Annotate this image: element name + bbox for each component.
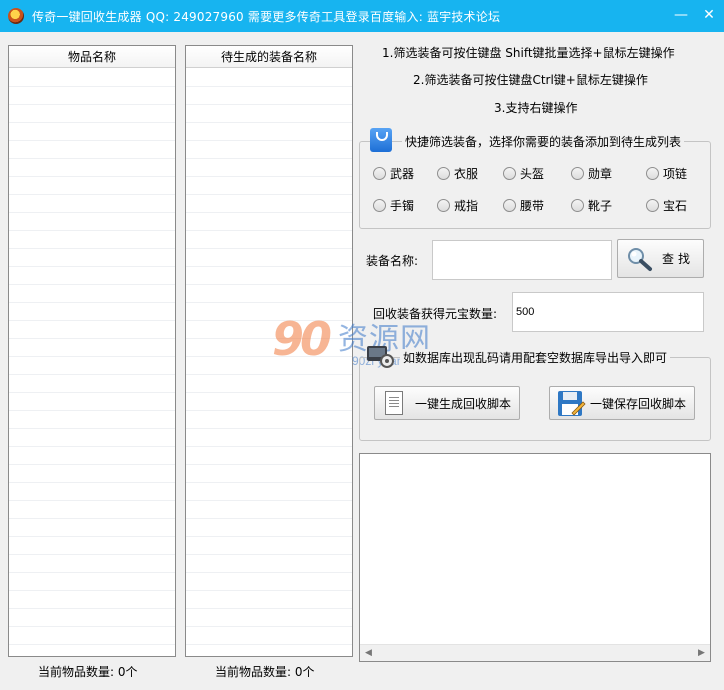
radio-dot[interactable] [437,199,450,212]
tip-ctrl-select: 2.筛选装备可按住键盘Ctrl键+鼠标左键操作 [413,73,648,87]
script-output-textarea[interactable]: ◀ ▶ [359,453,711,662]
radio-dot[interactable] [437,167,450,180]
scroll-left-icon[interactable]: ◀ [360,645,377,661]
radio-gem[interactable]: 宝石 [646,197,687,214]
item-count-label: 当前物品数量: 0个 [38,665,138,679]
radio-dot[interactable] [646,167,659,180]
equipment-name-label: 装备名称: [366,254,419,268]
radio-dot[interactable] [503,199,516,212]
quick-filter-caption: 快捷筛选装备，选择你需要的装备添加到待生成列表 [402,133,685,150]
radio-weapon[interactable]: 武器 [373,165,414,182]
radio-dot[interactable] [373,199,386,212]
gear-icon [367,346,394,368]
item-list-rows[interactable] [9,69,175,656]
radio-dot[interactable] [571,199,584,212]
search-button-label: 查找 [662,252,695,266]
window-title: 传奇一键回收生成器 QQ: 249027960 需要更多传奇工具登录百度输入: … [32,10,501,24]
search-button[interactable]: 查找 [617,239,704,278]
radio-dot[interactable] [503,167,516,180]
quick-filter-group: 快捷筛选装备，选择你需要的装备添加到待生成列表 [359,133,711,229]
script-group-caption: 如数据库出现乱码请用配套空数据库导出导入即可 [400,349,671,366]
tip-right-click: 3.支持右键操作 [494,101,578,115]
radio-dot[interactable] [571,167,584,180]
radio-clothes[interactable]: 衣服 [437,165,478,182]
scroll-right-icon[interactable]: ▶ [693,645,710,661]
radio-dot[interactable] [373,167,386,180]
equipment-name-input[interactable] [432,240,612,280]
radio-necklace[interactable]: 项链 [646,165,687,182]
radio-dot[interactable] [646,199,659,212]
item-list-header[interactable]: 物品名称 [9,46,175,68]
horizontal-scrollbar[interactable]: ◀ ▶ [360,644,710,661]
minimize-button[interactable]: — [666,0,696,32]
pending-list-rows[interactable] [186,69,352,656]
radio-belt[interactable]: 腰带 [503,197,544,214]
magnifier-icon [628,248,652,271]
generate-script-button[interactable]: 一键生成回收脚本 [374,386,520,420]
pending-list-header[interactable]: 待生成的装备名称 [186,46,352,68]
radio-medal[interactable]: 勋章 [571,165,612,182]
tip-shift-select: 1.筛选装备可按住键盘 Shift键批量选择+鼠标左键操作 [382,46,675,60]
save-script-label: 一键保存回收脚本 [590,396,687,411]
app-icon [8,8,24,24]
floppy-disk-icon [558,391,586,416]
pending-count-label: 当前物品数量: 0个 [215,665,315,679]
save-script-button[interactable]: 一键保存回收脚本 [549,386,695,420]
bag-icon [370,128,392,152]
close-button[interactable]: ✕ [694,0,724,32]
radio-helmet[interactable]: 头盔 [503,165,544,182]
radio-boots[interactable]: 靴子 [571,197,612,214]
yuanbao-amount-input[interactable]: 500 [512,292,704,332]
radio-bracelet[interactable]: 手镯 [373,197,414,214]
item-list[interactable]: 物品名称 [8,45,176,657]
title-bar: 传奇一键回收生成器 QQ: 249027960 需要更多传奇工具登录百度输入: … [0,0,724,32]
document-icon [385,391,403,415]
pending-equipment-list[interactable]: 待生成的装备名称 [185,45,353,657]
radio-ring[interactable]: 戒指 [437,197,478,214]
generate-script-label: 一键生成回收脚本 [415,396,512,411]
yuanbao-amount-label: 回收装备获得元宝数量: [373,307,498,321]
